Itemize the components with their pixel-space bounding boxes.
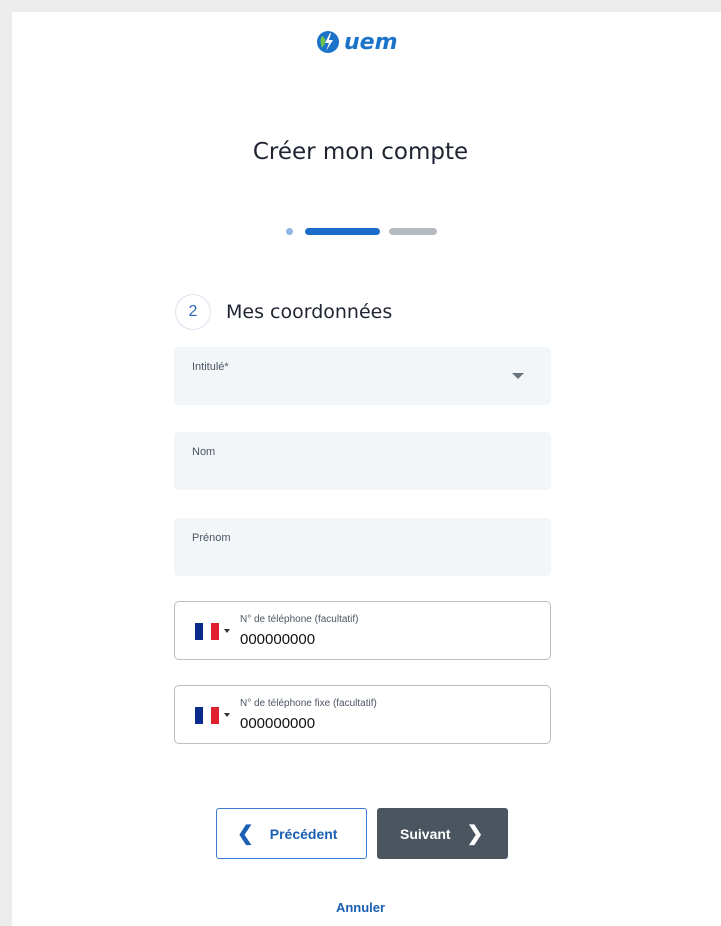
intitule-select[interactable]: Intitulé* [174,347,551,405]
chevron-down-icon[interactable] [512,373,524,379]
step-1-indicator [286,228,293,235]
step-3-indicator [389,228,437,235]
country-dropdown-caret-icon[interactable] [224,713,230,717]
nom-label: Nom [192,446,216,458]
step-2-indicator-active [305,228,380,235]
landline-phone-field[interactable]: N° de téléphone fixe (facultatif) 000000… [174,685,551,744]
country-dropdown-caret-icon[interactable] [224,629,230,633]
mobile-phone-value[interactable]: 000000000 [240,631,315,648]
mobile-phone-label: N° de téléphone (facultatif) [240,614,359,625]
france-flag-icon[interactable] [195,707,219,724]
chevron-left-icon: ❮ [237,823,254,845]
intitule-label: Intitulé* [192,361,229,373]
next-button-label: Suivant [400,825,451,842]
prenom-field[interactable]: Prénom [174,518,551,576]
chevron-right-icon: ❯ [466,823,484,845]
prenom-label: Prénom [192,532,231,544]
lightning-leaf-logo-icon [317,31,339,53]
landline-phone-label: N° de téléphone fixe (facultatif) [240,698,377,709]
brand-logo: uem [316,26,398,58]
next-button[interactable]: Suivant ❯ [377,808,508,859]
brand-name: uem [344,29,398,55]
mobile-phone-field[interactable]: N° de téléphone (facultatif) 000000000 [174,601,551,660]
previous-button-label: Précédent [269,825,338,842]
section-header: 2 Mes coordonnées [175,294,392,330]
nom-field[interactable]: Nom [174,432,551,490]
section-number-badge: 2 [175,294,211,330]
previous-button[interactable]: ❮ Précédent [216,808,367,859]
page-title: Créer mon compte [252,139,469,165]
section-title: Mes coordonnées [226,301,393,323]
cancel-link[interactable]: Annuler [0,900,721,915]
france-flag-icon[interactable] [195,623,219,640]
landline-phone-value[interactable]: 000000000 [240,715,315,732]
